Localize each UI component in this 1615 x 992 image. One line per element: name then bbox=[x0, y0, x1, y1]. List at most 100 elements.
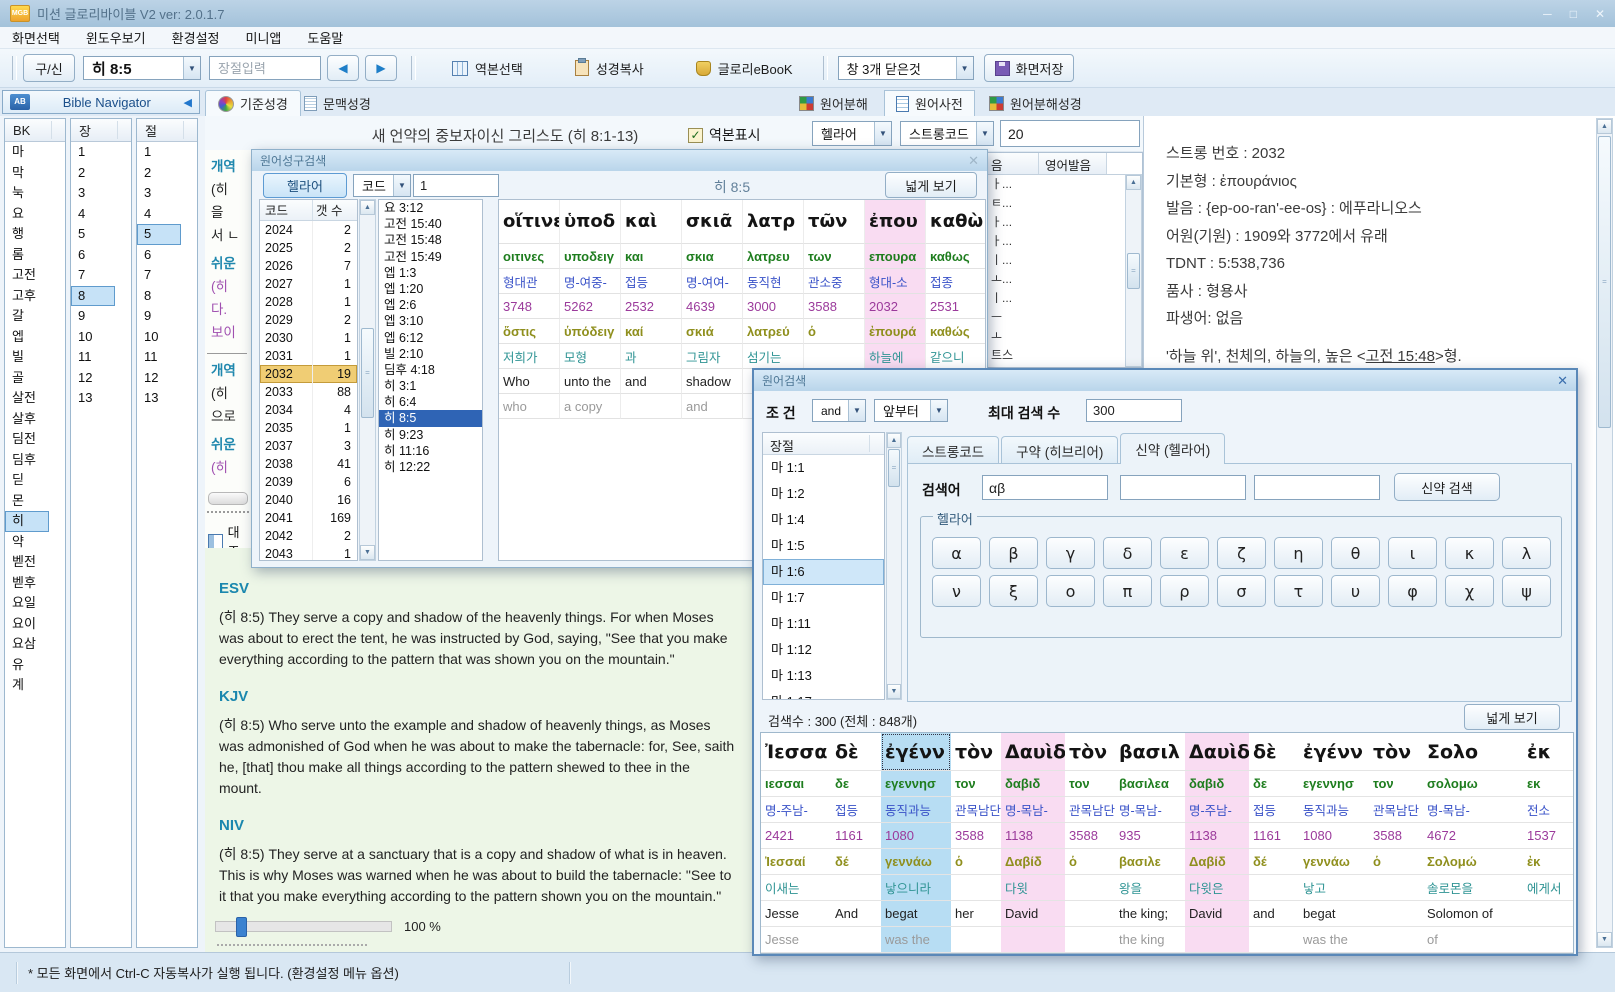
list-item[interactable]: 눅 bbox=[5, 183, 65, 204]
interlinear-cell[interactable]: 명-여중- bbox=[560, 269, 621, 294]
list-item[interactable]: 행 bbox=[5, 224, 65, 245]
result-cell[interactable]: γεννάω bbox=[1299, 849, 1369, 875]
interlinear-cell[interactable]: ὁ bbox=[804, 319, 865, 344]
result-cell[interactable]: 왕을 bbox=[1115, 875, 1185, 901]
list-item[interactable]: 9 bbox=[71, 306, 131, 327]
list-item[interactable]: 2 bbox=[137, 163, 197, 184]
list-item[interactable]: 11 bbox=[137, 347, 197, 368]
greek-key-button[interactable]: π bbox=[1103, 575, 1152, 607]
result-cell[interactable]: 이새는 bbox=[761, 875, 831, 901]
result-cell[interactable]: δαβιδ bbox=[1185, 771, 1249, 797]
menu-item[interactable]: 도움말 bbox=[307, 28, 343, 47]
interlinear-cell[interactable]: 형대관 bbox=[499, 269, 560, 294]
interlinear-cell[interactable]: καί bbox=[621, 319, 682, 344]
result-cell[interactable]: δε bbox=[831, 771, 881, 797]
interlinear-cell[interactable]: shadow bbox=[682, 369, 743, 394]
table-row[interactable]: ㅣ... bbox=[987, 251, 1142, 270]
code-input[interactable] bbox=[413, 174, 499, 197]
result-cell[interactable]: Σολομώ bbox=[1423, 849, 1523, 875]
scroll-down-icon[interactable]: ▼ bbox=[360, 545, 375, 560]
list-item[interactable]: 12 bbox=[71, 368, 131, 389]
result-cell[interactable]: David bbox=[1001, 901, 1065, 927]
list-item[interactable]: 갈 bbox=[5, 306, 65, 327]
verse-item[interactable]: 엡 6:12 bbox=[379, 330, 482, 346]
greek-key-button[interactable]: ρ bbox=[1160, 575, 1209, 607]
table-row[interactable]: ㅌ... bbox=[987, 194, 1142, 213]
list-item[interactable]: 요삼 bbox=[5, 634, 65, 655]
interlinear-cell[interactable]: 접등 bbox=[621, 269, 682, 294]
list-item[interactable]: 고전 bbox=[5, 265, 65, 286]
verse-item[interactable]: 요 3:12 bbox=[379, 200, 482, 216]
tab-parse-bible[interactable]: 원어분해성경 bbox=[978, 90, 1093, 116]
interlinear-cell[interactable]: ἐπου bbox=[865, 200, 926, 244]
result-cell[interactable] bbox=[1369, 927, 1423, 953]
result-cell[interactable]: 명-목남- bbox=[1115, 797, 1185, 823]
result-cell[interactable]: 전소 bbox=[1523, 797, 1573, 823]
interlinear-cell[interactable]: 하늘에 bbox=[865, 344, 926, 369]
list-item[interactable]: 약 bbox=[5, 532, 65, 553]
code-row[interactable]: 20242 bbox=[260, 221, 357, 239]
nt-search-button[interactable]: 신약 검색 bbox=[1394, 473, 1500, 501]
table-row[interactable]: 트스 bbox=[987, 346, 1142, 365]
verse-item[interactable]: 히 12:22 bbox=[379, 459, 482, 475]
result-cell[interactable] bbox=[951, 875, 1001, 901]
result-cell[interactable]: 3588 bbox=[1065, 823, 1115, 849]
list-item[interactable]: 13 bbox=[71, 388, 131, 409]
result-cell[interactable]: Σολο bbox=[1423, 733, 1523, 771]
result-cell[interactable]: begat bbox=[1299, 901, 1369, 927]
interlinear-cell[interactable]: σκια bbox=[682, 244, 743, 269]
ot-nt-toggle-button[interactable]: 구/신 bbox=[23, 54, 75, 82]
result-cell[interactable]: 1161 bbox=[831, 823, 881, 849]
greek-key-button[interactable]: υ bbox=[1331, 575, 1380, 607]
code-row[interactable]: 20292 bbox=[260, 311, 357, 329]
result-cell[interactable]: was the bbox=[881, 927, 951, 953]
scrollbar[interactable]: ▲= bbox=[1125, 174, 1142, 367]
navigator-collapse-button[interactable]: ◀ bbox=[184, 96, 192, 109]
window-layout-combo[interactable]: 창 3개 닫은것▼ bbox=[838, 56, 974, 80]
scrollbar[interactable]: ▲=▼ bbox=[886, 432, 902, 700]
list-item[interactable]: 3 bbox=[137, 183, 197, 204]
verse-item[interactable]: 빌 2:10 bbox=[379, 346, 482, 362]
greek-key-button[interactable]: χ bbox=[1445, 575, 1494, 607]
list-item[interactable]: 4 bbox=[71, 204, 131, 225]
greek-key-button[interactable]: ζ bbox=[1217, 537, 1266, 569]
verse-item[interactable]: 히 6:4 bbox=[379, 394, 482, 410]
code-row[interactable]: 20301 bbox=[260, 329, 357, 347]
table-row[interactable]: ㅡ bbox=[987, 308, 1142, 327]
list-item[interactable]: 몬 bbox=[5, 491, 65, 512]
interlinear-cell[interactable]: 3588 bbox=[804, 294, 865, 319]
interlinear-cell[interactable] bbox=[804, 344, 865, 369]
column-header[interactable]: 장 bbox=[71, 119, 131, 142]
result-cell[interactable]: was the bbox=[1299, 927, 1369, 953]
interlinear-cell[interactable]: who bbox=[499, 394, 560, 419]
result-cell[interactable]: 낳고 bbox=[1299, 875, 1369, 901]
column-header[interactable]: 음 bbox=[987, 153, 1039, 174]
result-cell[interactable]: the king; bbox=[1115, 901, 1185, 927]
result-cell[interactable]: 관목남단 bbox=[1065, 797, 1115, 823]
interlinear-cell[interactable]: 명-여여- bbox=[682, 269, 743, 294]
interlinear-cell[interactable]: καθως bbox=[926, 244, 986, 269]
result-cell[interactable]: 관목남단 bbox=[1369, 797, 1423, 823]
result-cell[interactable]: ιεσσαι bbox=[761, 771, 831, 797]
zoom-slider-thumb[interactable] bbox=[236, 917, 247, 937]
result-cell[interactable]: Ἰεσσα bbox=[761, 733, 831, 771]
verse-item[interactable]: 마 1:6 bbox=[763, 559, 884, 585]
column-header-count[interactable]: 갯 수 bbox=[313, 200, 357, 220]
list-item[interactable]: 7 bbox=[71, 265, 131, 286]
code-row[interactable]: 20311 bbox=[260, 347, 357, 365]
greek-key-button[interactable]: η bbox=[1274, 537, 1323, 569]
result-cell[interactable]: and bbox=[1249, 901, 1299, 927]
menu-item[interactable]: 환경설정 bbox=[172, 28, 220, 47]
chevron-down-icon[interactable]: ▼ bbox=[874, 122, 891, 145]
search-term-input-3[interactable] bbox=[1254, 475, 1380, 500]
greek-key-button[interactable]: ι bbox=[1388, 537, 1437, 569]
result-cell[interactable]: 4672 bbox=[1423, 823, 1523, 849]
interlinear-cell[interactable]: σκιᾶ bbox=[682, 200, 743, 244]
list-item[interactable]: 딛 bbox=[5, 470, 65, 491]
chevron-down-icon[interactable]: ▼ bbox=[930, 400, 947, 421]
list-item[interactable]: 딤후 bbox=[5, 450, 65, 471]
result-cell[interactable]: her bbox=[951, 901, 1001, 927]
list-item[interactable]: 1 bbox=[137, 142, 197, 163]
list-item[interactable]: 고후 bbox=[5, 286, 65, 307]
table-row[interactable]: ㅗ bbox=[987, 327, 1142, 346]
